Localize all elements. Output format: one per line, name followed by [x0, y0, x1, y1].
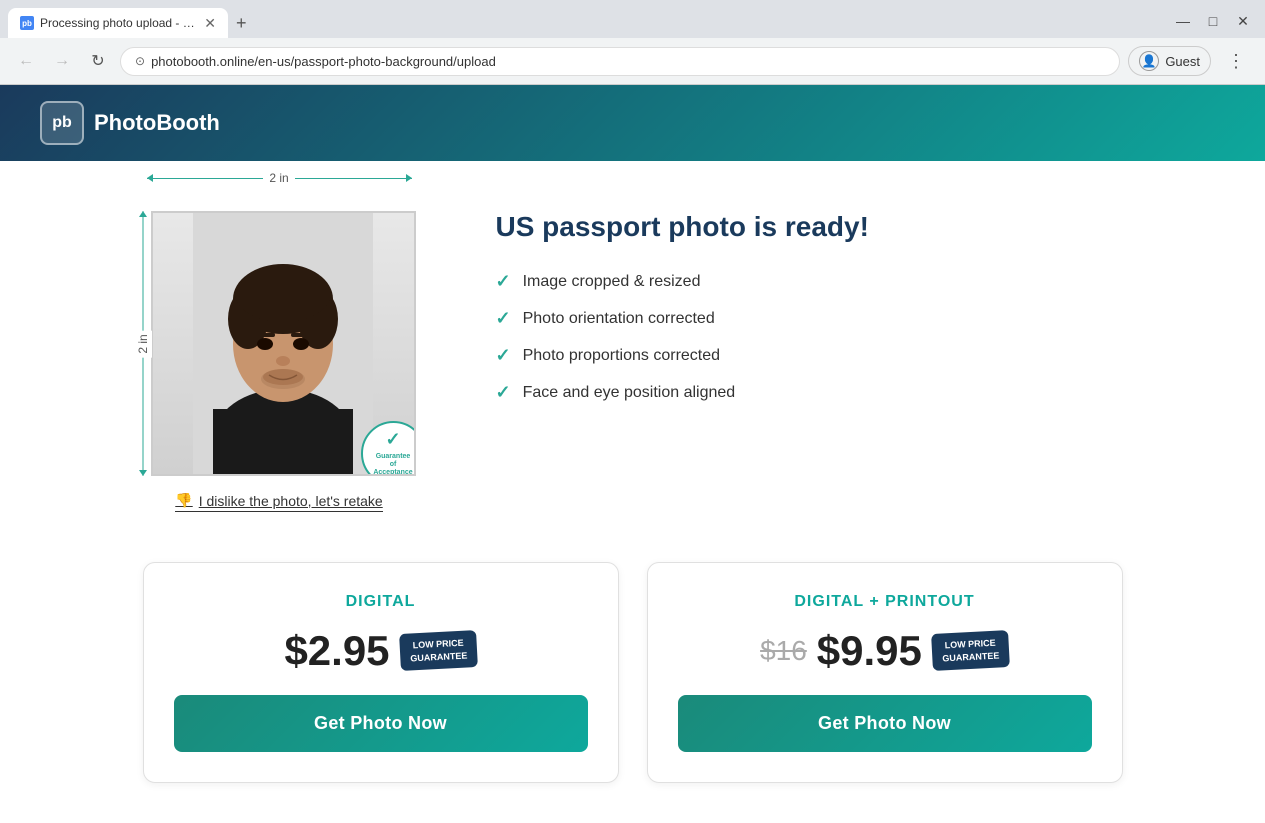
digital-printout-price-old: $16	[760, 635, 807, 667]
check-list: ✓ Image cropped & resized ✓ Photo orient…	[496, 271, 869, 403]
dimension-left: 2 in	[143, 211, 151, 476]
photo-with-side: 2 in	[143, 211, 416, 476]
site-wrapper: pb PhotoBooth 2 in	[0, 85, 1265, 823]
address-bar[interactable]: ⊙ photobooth.online/en-us/passport-photo…	[120, 47, 1120, 76]
maximize-button[interactable]: □	[1199, 9, 1227, 33]
profile-label: Guest	[1165, 54, 1200, 69]
main-content: 2 in 2 in	[0, 161, 1265, 823]
browser-window: pb Processing photo upload - P... ✕ + — …	[0, 0, 1265, 823]
close-button[interactable]: ✕	[1229, 9, 1257, 33]
browser-toolbar: ← → ↻ ⊙ photobooth.online/en-us/passport…	[0, 38, 1265, 85]
check-icon-2: ✓	[496, 308, 511, 329]
digital-guarantee-badge: LOW PRICE GUARANTEE	[399, 630, 478, 671]
check-icon-1: ✓	[496, 271, 511, 292]
security-icon: ⊙	[135, 54, 145, 68]
digital-printout-amount-row: $16 $9.95 LOW PRICE GUARANTEE	[760, 627, 1009, 675]
ready-title: US passport photo is ready!	[496, 211, 869, 243]
minimize-button[interactable]: —	[1169, 9, 1197, 33]
refresh-button[interactable]: ↻	[84, 47, 112, 75]
dimension-top-label: 2 in	[263, 171, 294, 185]
digital-price: $2.95	[284, 627, 389, 675]
digital-get-photo-button[interactable]: Get Photo Now	[174, 695, 588, 752]
photo-section: 2 in 2 in	[143, 201, 416, 512]
digital-amount-row: $2.95 LOW PRICE GUARANTEE	[284, 627, 476, 675]
browser-top-bar: pb Processing photo upload - P... ✕ + — …	[0, 0, 1265, 38]
check-item-4: ✓ Face and eye position aligned	[496, 382, 869, 403]
forward-button[interactable]: →	[48, 47, 76, 75]
logo-icon: pb	[40, 101, 84, 145]
check-item-3: ✓ Photo proportions corrected	[496, 345, 869, 366]
retake-label: I dislike the photo, let's retake	[199, 493, 383, 509]
check-item-2: ✓ Photo orientation corrected	[496, 308, 869, 329]
check-icon-4: ✓	[496, 382, 511, 403]
back-button[interactable]: ←	[12, 47, 40, 75]
url-text: photobooth.online/en-us/passport-photo-b…	[151, 54, 1105, 69]
check-icon-3: ✓	[496, 345, 511, 366]
digital-type-label: DIGITAL	[346, 593, 416, 611]
digital-printout-card: DIGITAL + PRINTOUT $16 $9.95 LOW PRICE G…	[647, 562, 1123, 783]
content-row: 2 in 2 in	[143, 201, 1123, 512]
check-text-4: Face and eye position aligned	[523, 384, 736, 402]
info-section: US passport photo is ready! ✓ Image crop…	[496, 201, 869, 403]
active-tab[interactable]: pb Processing photo upload - P... ✕	[8, 8, 228, 38]
check-item-1: ✓ Image cropped & resized	[496, 271, 869, 292]
tab-close-button[interactable]: ✕	[204, 16, 216, 30]
profile-button[interactable]: 👤 Guest	[1128, 46, 1211, 76]
check-text-2: Photo orientation corrected	[523, 310, 715, 328]
dimension-left-label: 2 in	[134, 330, 152, 357]
digital-card: DIGITAL $2.95 LOW PRICE GUARANTEE Get Ph…	[143, 562, 619, 783]
tab-title: Processing photo upload - P...	[40, 16, 198, 30]
check-text-3: Photo proportions corrected	[523, 347, 720, 365]
pricing-row: DIGITAL $2.95 LOW PRICE GUARANTEE Get Ph…	[143, 562, 1123, 783]
tab-favicon: pb	[20, 16, 34, 30]
digital-printout-guarantee-badge: LOW PRICE GUARANTEE	[931, 630, 1010, 671]
digital-printout-type-label: DIGITAL + PRINTOUT	[794, 593, 974, 611]
digital-printout-price-new: $9.95	[817, 627, 922, 675]
browser-menu-button[interactable]: ⋮	[1219, 47, 1253, 76]
logo-wrapper: pb PhotoBooth	[40, 101, 220, 145]
thumbs-down-icon: 👎	[175, 492, 192, 509]
digital-printout-get-photo-button[interactable]: Get Photo Now	[678, 695, 1092, 752]
brand-name: PhotoBooth	[94, 110, 220, 136]
site-header: pb PhotoBooth	[0, 85, 1265, 161]
check-text-1: Image cropped & resized	[523, 273, 701, 291]
person-silhouette	[193, 211, 373, 474]
dimension-top: 2 in	[143, 171, 416, 185]
profile-icon: 👤	[1139, 51, 1159, 71]
retake-link[interactable]: 👎 I dislike the photo, let's retake	[175, 492, 382, 512]
passport-photo: ✓ Guarantee of Acceptance	[151, 211, 416, 476]
new-tab-button[interactable]: +	[228, 9, 255, 38]
